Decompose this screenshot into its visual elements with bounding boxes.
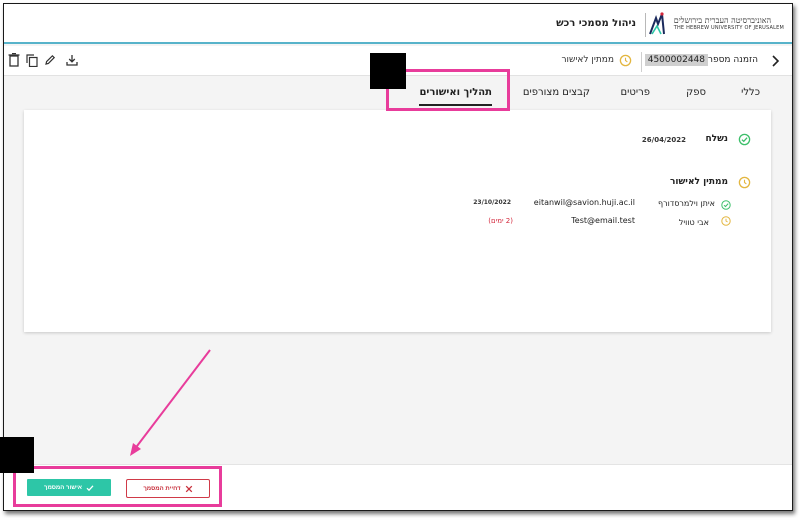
clock-icon [619, 54, 632, 67]
document-actions [8, 53, 56, 67]
tab-supplier[interactable]: ספק [686, 87, 706, 98]
clock-icon [738, 176, 751, 189]
approver-name: איתן וילמרסדורף [658, 199, 715, 208]
header-divider [645, 13, 646, 37]
approver-waiting-days: (2 ימים) [488, 217, 513, 225]
tab-attachments[interactable]: קבצים מצורפים [523, 87, 590, 98]
waiting-clock-icon [721, 216, 731, 226]
tab-items[interactable]: פריטים [621, 87, 650, 98]
order-number-label: הזמנה מספר: [704, 55, 758, 65]
annotation-arrow-icon [130, 349, 211, 456]
logo-hebrew-text: האוניברסיטה העברית בירושלים [673, 15, 772, 25]
university-logo: האוניברסיטה העברית בירושלים THE HEBREW U… [646, 10, 784, 36]
redaction-square [370, 53, 406, 89]
approve-button-label: אישור המסמך [43, 484, 83, 491]
delete-icon[interactable] [8, 53, 20, 67]
logo-text: האוניברסיטה העברית בירושלים THE HEBREW U… [674, 16, 784, 31]
tab-general[interactable]: כללי [741, 87, 760, 98]
approver-date: 23/10/2022 [473, 199, 511, 206]
sent-step-label: נשלח [705, 134, 728, 144]
approver-email: Test@email.test [571, 216, 635, 225]
download-icon[interactable] [66, 54, 78, 66]
order-number-value: 4500002448 [644, 54, 708, 66]
chevron-right-icon[interactable] [768, 54, 782, 68]
copy-icon[interactable] [26, 53, 38, 67]
document-status: ממתין לאישור [561, 55, 614, 65]
approver-name: אבי טוויל [678, 218, 709, 227]
pending-step-label: ממתין לאישור [669, 177, 728, 187]
approver-email: eitanwil@savion.huji.ac.il [533, 198, 635, 207]
approve-document-button[interactable]: אישור המסמך [27, 479, 111, 496]
sent-step-date: 26/04/2022 [641, 136, 686, 144]
logo-english-text: THE HEBREW UNIVERSITY OF JERUSALEM [673, 24, 784, 31]
approved-check-icon [721, 200, 731, 210]
university-logo-icon [648, 12, 665, 35]
approval-process-card: נשלח 26/04/2022 ממתין לאישור איתן וילמרס… [24, 110, 771, 332]
app-title: ניהול מסמכי רכש [556, 18, 636, 29]
reject-document-button[interactable]: דחיית המסמך [126, 479, 210, 498]
check-icon [86, 484, 94, 491]
reject-button-label: דחיית המסמך [143, 485, 181, 492]
edit-icon[interactable] [44, 54, 56, 66]
redaction-square [0, 437, 34, 473]
close-icon [185, 485, 192, 492]
app-header: האוניברסיטה העברית בירושלים THE HEBREW U… [4, 4, 792, 44]
toolbar-divider [641, 52, 642, 72]
check-circle-icon [738, 133, 751, 146]
